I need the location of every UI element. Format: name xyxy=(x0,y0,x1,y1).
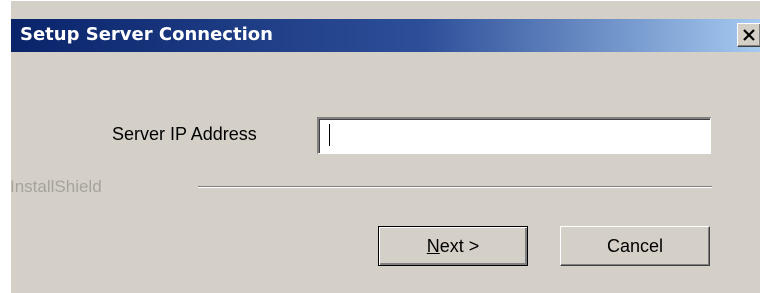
next-mnemonic: N xyxy=(426,236,440,256)
close-icon xyxy=(743,29,755,41)
next-button[interactable]: Next > xyxy=(378,226,528,266)
cancel-button[interactable]: Cancel xyxy=(560,226,710,266)
divider-line xyxy=(198,186,712,188)
close-button[interactable] xyxy=(737,23,760,47)
installshield-label: InstallShield xyxy=(10,177,102,196)
title-bar[interactable]: Setup Server Connection xyxy=(11,19,760,52)
text-caret xyxy=(329,124,330,146)
server-ip-label: Server IP Address xyxy=(112,124,257,144)
server-ip-input[interactable] xyxy=(317,117,711,154)
next-label: ext > xyxy=(439,236,480,256)
dialog-title: Setup Server Connection xyxy=(20,24,273,45)
